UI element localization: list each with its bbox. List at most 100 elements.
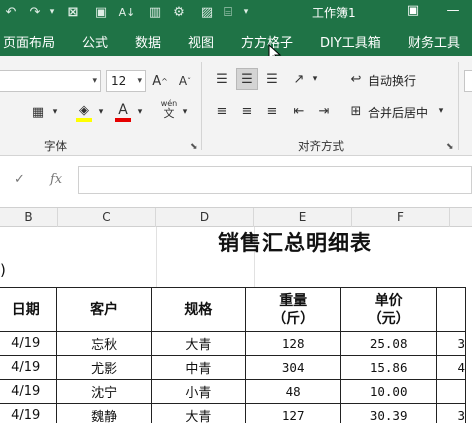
grow-font-letter: A [152,73,162,89]
table-header-row: 日期 客户 规格 重量 （斤） 单价 （元） [0,287,467,332]
cell-price[interactable]: 30.39 [340,403,437,423]
merge-center-dropdown-icon[interactable]: ▾ [436,100,446,122]
tab-diy-toolbox[interactable]: DIY工具箱 [320,32,381,51]
align-right-icon[interactable]: ≡ [261,100,283,122]
wrap-text-label[interactable]: 自动换行 [368,72,416,89]
column-header-d[interactable]: D [156,208,254,227]
align-middle-icon[interactable]: ☰ [236,68,258,90]
header-price-label: 单价 [374,292,403,309]
formula-input[interactable] [78,166,472,194]
column-header-c[interactable]: C [58,208,156,227]
print-preview-icon[interactable]: ▣ [92,2,110,22]
chart-icon[interactable]: ▥ [146,2,164,22]
qat-customize-icon[interactable]: ▾ [240,2,252,22]
align-top-icon[interactable]: ☰ [211,68,233,90]
redo-icon[interactable]: ↷ [26,2,44,22]
tab-ffgz[interactable]: 方方格子 [241,32,293,51]
fill-color-button[interactable]: ◈ [74,99,94,122]
cell-amount[interactable]: 3 [435,403,467,423]
phonetic-dropdown-icon[interactable]: ▾ [180,101,190,123]
font-name-dropdown-icon[interactable]: ▾ [92,71,97,91]
align-bottom-icon[interactable]: ☰ [261,68,283,90]
subtitle-paren: ) [0,261,6,279]
column-header-f[interactable]: F [352,208,450,227]
cell-spec[interactable]: 小青 [150,379,246,404]
merge-center-label[interactable]: 合并后居中 [368,104,428,121]
paint-bucket-icon: ◈ [79,102,89,118]
alignment-dialog-launcher-icon[interactable]: ⬊ [446,142,454,152]
increase-indent-icon[interactable]: ⇥ [313,100,335,122]
cell-amount[interactable]: 3 [435,331,467,356]
cell-price[interactable]: 15.86 [340,355,437,380]
redo-dropdown-icon[interactable]: ▾ [46,2,58,22]
tab-view[interactable]: 视图 [188,32,214,51]
column-header-b[interactable]: B [0,208,58,227]
font-name-box[interactable]: ▾ [0,70,101,92]
font-size-box[interactable]: 12 ▾ [106,70,146,92]
cell-price[interactable]: 10.00 [340,379,437,404]
phonetic-button[interactable]: wén 文 [156,98,182,120]
orientation-dropdown-icon[interactable]: ▾ [310,68,320,90]
cell-weight[interactable]: 128 [244,331,342,356]
cell-weight[interactable]: 304 [244,355,342,380]
cell-customer[interactable]: 忘秋 [56,331,152,356]
header-customer-label: 客户 [90,301,119,318]
orientation-icon[interactable]: ↗ [288,68,310,90]
font-group-label: 字体 [44,139,67,153]
header-customer[interactable]: 客户 [56,287,152,332]
sheet-title: 销售汇总明细表 [218,230,372,255]
sort-az-icon[interactable]: A↓ [118,2,136,22]
insert-function-icon[interactable]: fx [50,172,62,187]
cell-spec[interactable]: 大青 [150,331,246,356]
cell-weight[interactable]: 48 [244,379,342,404]
align-left-icon[interactable]: ≡ [211,100,233,122]
cell-customer[interactable]: 沈宁 [56,379,152,404]
cell-customer[interactable]: 尤影 [56,355,152,380]
align-center-icon[interactable]: ≡ [236,100,258,122]
cell-date[interactable]: 4/19 [0,379,58,404]
header-amount[interactable] [435,287,467,332]
cell-spec[interactable]: 大青 [150,403,246,423]
tab-page-layout[interactable]: 页面布局 [3,32,55,51]
tab-finance-tools[interactable]: 财务工具 [408,32,460,51]
column-header-g[interactable] [450,208,472,227]
font-dialog-launcher-icon[interactable]: ⬊ [190,142,198,152]
enter-check-icon[interactable]: ✓ [14,172,25,187]
font-size-dropdown-icon[interactable]: ▾ [137,71,142,91]
header-price[interactable]: 单价 （元） [340,287,437,332]
cell-spec[interactable]: 中青 [150,355,246,380]
worksheet[interactable]: 销售汇总明细表 ) 日期 客户 规格 重量 （斤） 单价 （元） 4/19 忘秋 大… [0,227,472,423]
undo-icon[interactable]: ↶ [2,2,20,22]
decrease-indent-icon[interactable]: ⇤ [288,100,310,122]
text-box-icon[interactable]: ⌸ [218,2,238,22]
wrap-text-icon[interactable]: ↩ [346,68,366,90]
merge-center-icon[interactable]: ⊞ [346,100,366,122]
number-format-box[interactable] [464,70,472,92]
fill-color-dropdown-icon[interactable]: ▾ [96,101,106,123]
image-icon[interactable]: ▨ [198,2,216,22]
column-header-e[interactable]: E [254,208,352,227]
border-icon[interactable]: ▦ [28,101,48,123]
grow-font-button[interactable]: A ^ [150,70,170,92]
border-dropdown-icon[interactable]: ▾ [50,101,60,123]
cell-weight[interactable]: 127 [244,403,342,423]
minimize-icon[interactable]: — [444,2,462,20]
font-color-dropdown-icon[interactable]: ▾ [135,101,145,123]
cell-amount[interactable]: 4 [435,355,467,380]
shrink-font-button[interactable]: Aˇ [175,70,195,92]
tab-formulas[interactable]: 公式 [82,32,108,51]
cell-customer[interactable]: 魏静 [56,403,152,423]
header-spec[interactable]: 规格 [150,287,246,332]
cell-amount[interactable] [435,379,467,404]
cell-price[interactable]: 25.08 [340,331,437,356]
cell-date[interactable]: 4/19 [0,355,58,380]
header-date[interactable]: 日期 [0,287,58,332]
header-weight[interactable]: 重量 （斤） [244,287,342,332]
cell-date[interactable]: 4/19 [0,403,58,423]
font-color-button[interactable]: A [113,99,133,122]
cell-date[interactable]: 4/19 [0,331,58,356]
ribbon-display-icon[interactable]: ▣ [404,2,422,20]
excel-icon[interactable]: ⊠ [64,2,82,22]
settings-icon[interactable]: ⚙ [170,2,188,22]
tab-data[interactable]: 数据 [135,32,161,51]
